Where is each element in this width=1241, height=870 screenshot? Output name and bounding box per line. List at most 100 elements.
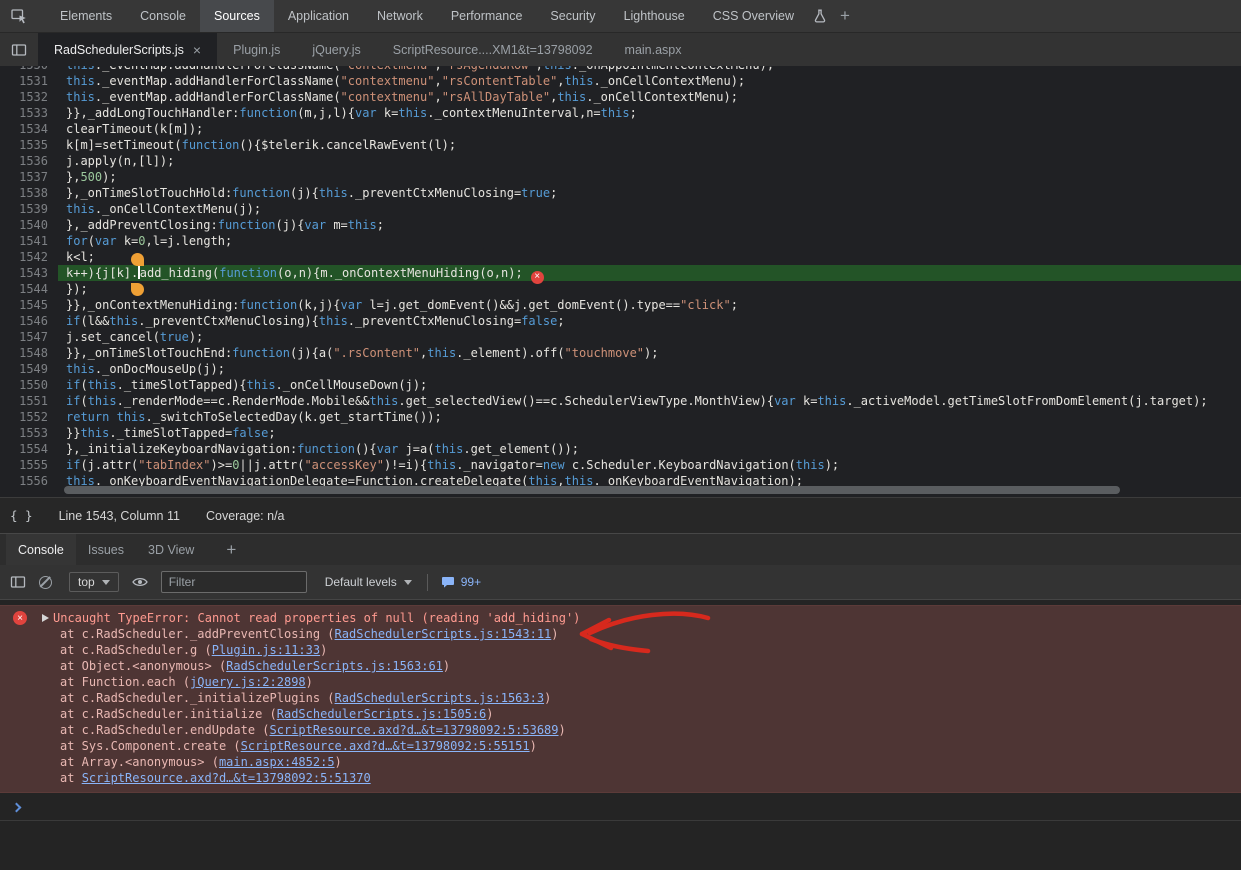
console-prompt[interactable] (0, 795, 1241, 821)
code-text[interactable]: j.apply(n,[l]); (58, 153, 1241, 169)
line-number[interactable]: 1537 (0, 169, 58, 185)
code-text[interactable]: }},_onTimeSlotTouchEnd:function(j){a(".r… (58, 345, 1241, 361)
code-text[interactable]: if(l&&this._preventCtxMenuClosing){this.… (58, 313, 1241, 329)
navigator-toggle-button[interactable] (0, 33, 38, 66)
line-number[interactable]: 1554 (0, 441, 58, 457)
line-number[interactable]: 1535 (0, 137, 58, 153)
panel-tab-application[interactable]: Application (274, 0, 363, 32)
source-location-link[interactable]: jQuery.js:2:2898 (190, 675, 306, 689)
more-drawer-tabs-button[interactable]: + (226, 534, 236, 565)
line-number[interactable]: 1530 (0, 66, 58, 73)
code-text[interactable]: },_initializeKeyboardNavigation:function… (58, 441, 1241, 457)
code-text[interactable]: for(var k=0,l=j.length; (58, 233, 1241, 249)
file-tab-scriptresource....xm1-t-13798092[interactable]: ScriptResource....XM1&t=13798092 (377, 33, 609, 66)
panel-tab-performance[interactable]: Performance (437, 0, 537, 32)
code-line[interactable]: 1548}},_onTimeSlotTouchEnd:function(j){a… (0, 345, 1241, 361)
code-line[interactable]: 1540},_addPreventClosing:function(j){var… (0, 217, 1241, 233)
code-text[interactable]: }); (58, 281, 1241, 297)
code-text[interactable]: },_addPreventClosing:function(j){var m=t… (58, 217, 1241, 233)
code-text[interactable]: k[m]=setTimeout(function(){$telerik.canc… (58, 137, 1241, 153)
code-line[interactable]: 1551if(this._renderMode==c.RenderMode.Mo… (0, 393, 1241, 409)
code-text[interactable]: return this._switchToSelectedDay(k.get_s… (58, 409, 1241, 425)
file-tab-main.aspx[interactable]: main.aspx (609, 33, 698, 66)
drawer-tab-issues[interactable]: Issues (76, 534, 136, 565)
file-tab-radschedulerscripts.js[interactable]: RadSchedulerScripts.js× (38, 33, 217, 66)
source-location-link[interactable]: ScriptResource.axd?d…&t=13798092:5:55151 (241, 739, 530, 753)
code-text[interactable]: },500); (58, 169, 1241, 185)
code-line[interactable]: 1552return this._switchToSelectedDay(k.g… (0, 409, 1241, 425)
panel-tab-console[interactable]: Console (126, 0, 200, 32)
close-tab-icon[interactable]: × (193, 43, 201, 57)
code-text[interactable]: if(this._timeSlotTapped){this._onCellMou… (58, 377, 1241, 393)
line-number[interactable]: 1551 (0, 393, 58, 409)
line-number[interactable]: 1540 (0, 217, 58, 233)
line-number[interactable]: 1532 (0, 89, 58, 105)
code-text[interactable]: this._onDocMouseUp(j); (58, 361, 1241, 377)
code-text[interactable]: k<l; (58, 249, 1241, 265)
line-number[interactable]: 1553 (0, 425, 58, 441)
code-line[interactable]: 1535k[m]=setTimeout(function(){$telerik.… (0, 137, 1241, 153)
selection-handle-top[interactable] (131, 253, 144, 266)
panel-tab-lighthouse[interactable]: Lighthouse (610, 0, 699, 32)
line-number[interactable]: 1538 (0, 185, 58, 201)
expand-triangle-icon[interactable] (42, 614, 49, 622)
code-line[interactable]: 1533}},_addLongTouchHandler:function(m,j… (0, 105, 1241, 121)
code-text[interactable]: }},_addLongTouchHandler:function(m,j,l){… (58, 105, 1241, 121)
source-location-link[interactable]: RadSchedulerScripts.js:1543:11 (335, 627, 552, 641)
console-filter-input[interactable] (161, 571, 307, 593)
code-line[interactable]: 1555if(j.attr("tabIndex")>=0||j.attr("ac… (0, 457, 1241, 473)
panel-tab-security[interactable]: Security (536, 0, 609, 32)
line-number[interactable]: 1545 (0, 297, 58, 313)
selection-handle-bottom[interactable] (131, 283, 144, 296)
line-number[interactable]: 1546 (0, 313, 58, 329)
code-line[interactable]: 1546if(l&&this._preventCtxMenuClosing){t… (0, 313, 1241, 329)
line-number[interactable]: 1534 (0, 121, 58, 137)
create-live-expression-button[interactable] (132, 576, 148, 588)
code-text[interactable]: if(j.attr("tabIndex")>=0||j.attr("access… (58, 457, 1241, 473)
code-line[interactable]: 1537},500); (0, 169, 1241, 185)
line-number[interactable]: 1549 (0, 361, 58, 377)
code-line[interactable]: 1553}}this._timeSlotTapped=false; (0, 425, 1241, 441)
line-number[interactable]: 1541 (0, 233, 58, 249)
code-line[interactable]: 1532this._eventMap.addHandlerForClassNam… (0, 89, 1241, 105)
code-text[interactable]: }},_onContextMenuHiding:function(k,j){va… (58, 297, 1241, 313)
source-location-link[interactable]: Plugin.js:11:33 (212, 643, 320, 657)
file-tab-jquery.js[interactable]: jQuery.js (296, 33, 376, 66)
line-number[interactable]: 1533 (0, 105, 58, 121)
code-text[interactable]: this._eventMap.addHandlerForClassName("c… (58, 89, 1241, 105)
code-line[interactable]: 1545}},_onContextMenuHiding:function(k,j… (0, 297, 1241, 313)
code-line[interactable]: 1531this._eventMap.addHandlerForClassNam… (0, 73, 1241, 89)
clear-console-button[interactable] (39, 576, 52, 589)
code-text[interactable]: this._eventMap.addHandlerForClassName("c… (58, 73, 1241, 89)
issues-counter[interactable]: 99+ (441, 575, 481, 589)
line-number[interactable]: 1555 (0, 457, 58, 473)
code-line[interactable]: 1550if(this._timeSlotTapped){this._onCel… (0, 377, 1241, 393)
code-text[interactable]: this._onCellContextMenu(j); (58, 201, 1241, 217)
code-line[interactable]: 1549this._onDocMouseUp(j); (0, 361, 1241, 377)
line-number[interactable]: 1543 (0, 265, 58, 281)
code-text[interactable]: j.set_cancel(true); (58, 329, 1241, 345)
code-text[interactable]: },_onTimeSlotTouchHold:function(j){this.… (58, 185, 1241, 201)
line-number[interactable]: 1548 (0, 345, 58, 361)
code-text[interactable]: this._eventMap.addHandlerForClassName("c… (58, 66, 1241, 73)
code-line[interactable]: 1544}); (0, 281, 1241, 297)
code-line[interactable]: 1530this._eventMap.addHandlerForClassNam… (0, 66, 1241, 73)
panel-tab-elements[interactable]: Elements (46, 0, 126, 32)
drawer-tab-3d-view[interactable]: 3D View (136, 534, 206, 565)
file-tab-plugin.js[interactable]: Plugin.js (217, 33, 296, 66)
source-location-link[interactable]: RadSchedulerScripts.js:1505:6 (277, 707, 487, 721)
line-number[interactable]: 1544 (0, 281, 58, 297)
code-text[interactable]: }}this._timeSlotTapped=false; (58, 425, 1241, 441)
line-number[interactable]: 1539 (0, 201, 58, 217)
code-line[interactable]: 1541for(var k=0,l=j.length; (0, 233, 1241, 249)
code-line[interactable]: 1543k++){j[k].add_hiding(function(o,n){m… (0, 265, 1241, 281)
inspect-element-icon[interactable] (0, 0, 38, 32)
drawer-tab-console[interactable]: Console (6, 534, 76, 565)
code-line[interactable]: 1542k<l; (0, 249, 1241, 265)
panel-tab-network[interactable]: Network (363, 0, 437, 32)
add-panel-button[interactable]: + (826, 0, 864, 32)
code-line[interactable]: 1536j.apply(n,[l]); (0, 153, 1241, 169)
horizontal-scrollbar[interactable] (64, 486, 1120, 494)
source-location-link[interactable]: RadSchedulerScripts.js:1563:3 (335, 691, 545, 705)
code-line[interactable]: 1538},_onTimeSlotTouchHold:function(j){t… (0, 185, 1241, 201)
